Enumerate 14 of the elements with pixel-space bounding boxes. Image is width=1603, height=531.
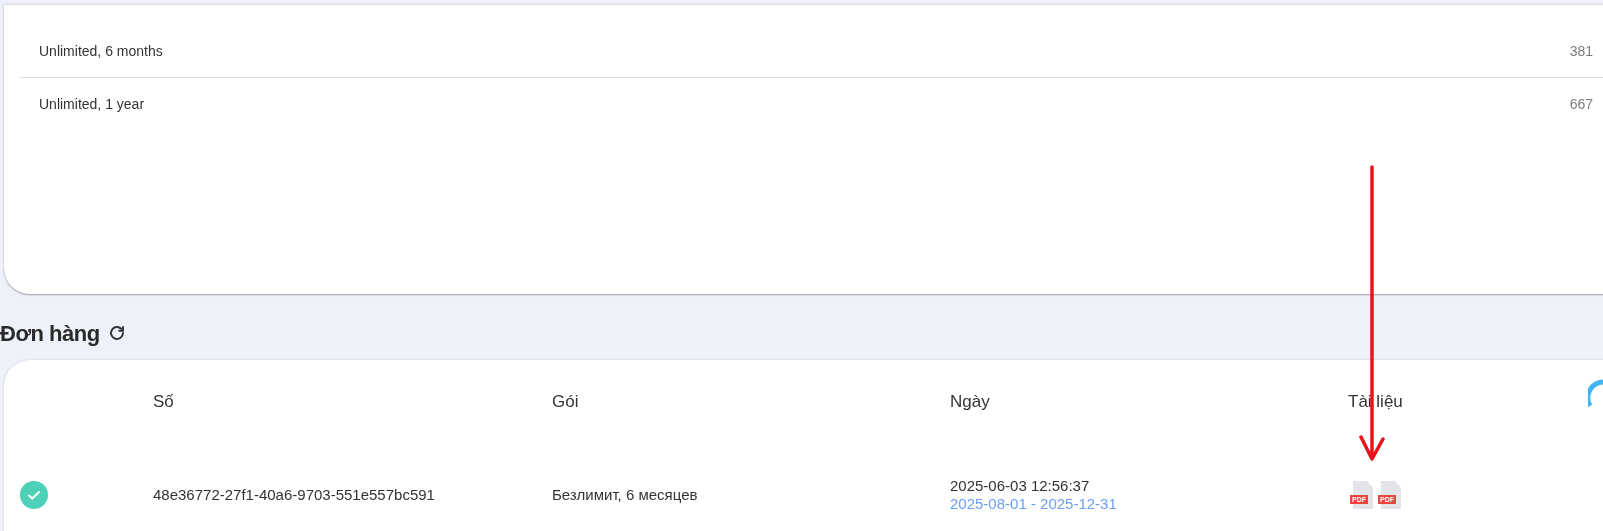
period-link[interactable]: 2025-08-01 - 2025-12-31 <box>950 495 1117 513</box>
column-header: Ngày <box>950 390 990 413</box>
loading-arc-icon <box>1588 378 1603 408</box>
plan-name: Unlimited, 6 months <box>39 41 163 61</box>
section-title: Đơn hàng <box>0 319 100 348</box>
plan-count: 381 <box>1569 41 1593 61</box>
order-number: 48e36772-27f1-40a6-9703-551e557bc591 <box>153 484 435 505</box>
refresh-icon[interactable] <box>107 324 126 342</box>
package-name: Безлимит, 6 месяцев <box>552 484 698 505</box>
plan-count: 667 <box>1569 95 1593 114</box>
order-date: 2025-06-03 12:56:37 <box>950 477 1090 495</box>
column-header: Số <box>153 390 174 413</box>
plan-name: Unlimited, 1 year <box>39 95 145 114</box>
column-header: Gói <box>552 390 579 413</box>
